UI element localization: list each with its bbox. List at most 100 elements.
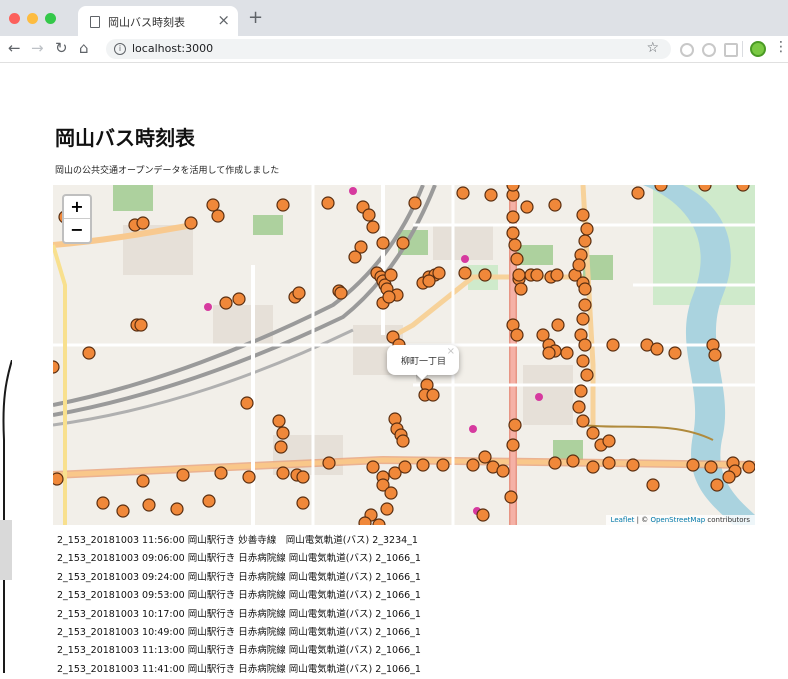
close-icon[interactable]: × [447,346,455,357]
bus-stop-marker[interactable] [422,274,436,288]
bus-stop-marker[interactable] [574,384,588,398]
bus-stop-marker[interactable] [82,346,96,360]
bus-stop-marker[interactable] [384,486,398,500]
bus-stop-marker[interactable] [142,498,156,512]
bus-stop-marker[interactable] [576,414,590,428]
bus-stop-marker[interactable] [478,268,492,282]
bus-stop-marker[interactable] [602,456,616,470]
bus-stop-marker[interactable] [520,200,534,214]
bus-stop-marker[interactable] [510,252,524,266]
bus-stop-marker[interactable] [170,502,184,516]
bus-stop-marker[interactable] [296,496,310,510]
forward-arrow-icon[interactable]: → [31,39,44,57]
bus-stop-marker[interactable] [416,458,430,472]
bus-stop-marker[interactable] [710,478,724,492]
bus-stop-marker[interactable] [704,460,718,474]
back-arrow-icon[interactable]: ← [8,39,21,57]
bus-stop-marker[interactable] [578,298,592,312]
bus-stop-marker[interactable] [668,346,682,360]
bus-stop-marker[interactable] [242,470,256,484]
bus-stop-marker[interactable] [276,198,290,212]
bus-stop-marker[interactable] [296,470,310,484]
bus-stop-marker[interactable] [348,250,362,264]
bus-stop-marker[interactable] [276,466,290,480]
menu-icon[interactable]: ⋮ [774,39,788,55]
bus-stop-marker[interactable] [551,318,565,332]
bus-stop-map[interactable]: + − 柳町一丁目 × Leaflet | © OpenStreetMap co… [53,185,755,525]
bus-stop-marker[interactable] [396,236,410,250]
bus-stop-marker[interactable] [382,290,396,304]
bus-stop-marker[interactable] [436,458,450,472]
bus-stop-marker[interactable] [572,258,586,272]
bus-stop-marker[interactable] [510,328,524,342]
bus-stop-marker[interactable] [650,342,664,356]
bus-stop-marker[interactable] [550,268,564,282]
home-icon[interactable]: ⌂ [79,39,89,57]
browser-tab[interactable]: 岡山バス時刻表 × [78,6,238,36]
bus-stop-marker[interactable] [578,234,592,248]
bus-stop-marker[interactable] [646,478,660,492]
bus-stop-marker[interactable] [274,440,288,454]
minimize-window-button[interactable] [27,13,38,24]
osm-link[interactable]: OpenStreetMap [650,516,705,524]
extension-icon[interactable] [680,43,694,57]
bus-stop-marker[interactable] [606,338,620,352]
bus-stop-marker[interactable] [542,346,556,360]
bus-stop-marker[interactable] [508,238,522,252]
bus-stop-marker[interactable] [572,400,586,414]
bus-stop-marker[interactable] [96,496,110,510]
extension-icon[interactable] [750,41,766,57]
bus-stop-marker[interactable] [376,236,390,250]
bus-stop-marker[interactable] [514,282,528,296]
bus-stop-marker[interactable] [358,516,372,525]
bus-stop-marker[interactable] [456,186,470,200]
bus-stop-marker[interactable] [276,426,290,440]
bus-stop-marker[interactable] [576,354,590,368]
bus-stop-marker[interactable] [134,318,148,332]
bus-stop-marker[interactable] [206,198,220,212]
bus-stop-marker[interactable] [548,456,562,470]
bus-stop-marker[interactable] [478,450,492,464]
bus-stop-marker[interactable] [458,266,472,280]
bus-stop-marker[interactable] [506,210,520,224]
bus-stop-marker[interactable] [504,490,518,504]
bus-stop-marker[interactable] [586,460,600,474]
close-icon[interactable]: × [217,11,230,29]
bus-stop-marker[interactable] [506,438,520,452]
reload-icon[interactable]: ↻ [55,39,68,57]
bus-stop-marker[interactable] [578,338,592,352]
bus-stop-marker[interactable] [742,460,755,474]
bus-stop-marker[interactable] [506,226,520,240]
extension-icon[interactable] [702,43,716,57]
info-icon[interactable]: i [114,43,126,55]
bus-stop-marker[interactable] [580,368,594,382]
bus-stop-marker[interactable] [176,468,190,482]
bus-stop-marker[interactable] [432,266,446,280]
bus-stop-marker[interactable] [508,418,522,432]
close-window-button[interactable] [9,13,20,24]
bus-stop-marker[interactable] [396,434,410,448]
bus-stop-marker[interactable] [708,348,722,362]
bus-stop-marker[interactable] [366,460,380,474]
bus-stop-marker[interactable] [576,312,590,326]
bus-stop-marker[interactable] [322,456,336,470]
bus-stop-marker[interactable] [398,460,412,474]
bus-stop-marker[interactable] [578,282,592,296]
bus-stop-marker[interactable] [384,268,398,282]
bus-stop-marker[interactable] [136,216,150,230]
bus-stop-marker[interactable] [408,196,422,210]
bus-stop-marker[interactable] [232,292,246,306]
plus-icon[interactable]: + [248,9,263,27]
bus-stop-marker[interactable] [116,504,130,518]
zoom-in-button[interactable]: + [64,196,90,218]
star-icon[interactable]: ☆ [646,40,659,56]
bus-stop-marker[interactable] [184,216,198,230]
bus-stop-marker[interactable] [214,466,228,480]
bus-stop-marker[interactable] [626,458,640,472]
bus-stop-marker[interactable] [484,188,498,202]
address-bar[interactable]: i localhost:3000 ☆ [106,39,671,59]
bus-stop-marker[interactable] [530,268,544,282]
bus-stop-marker[interactable] [466,458,480,472]
bus-stop-marker[interactable] [576,208,590,222]
bus-stop-marker[interactable] [136,474,150,488]
